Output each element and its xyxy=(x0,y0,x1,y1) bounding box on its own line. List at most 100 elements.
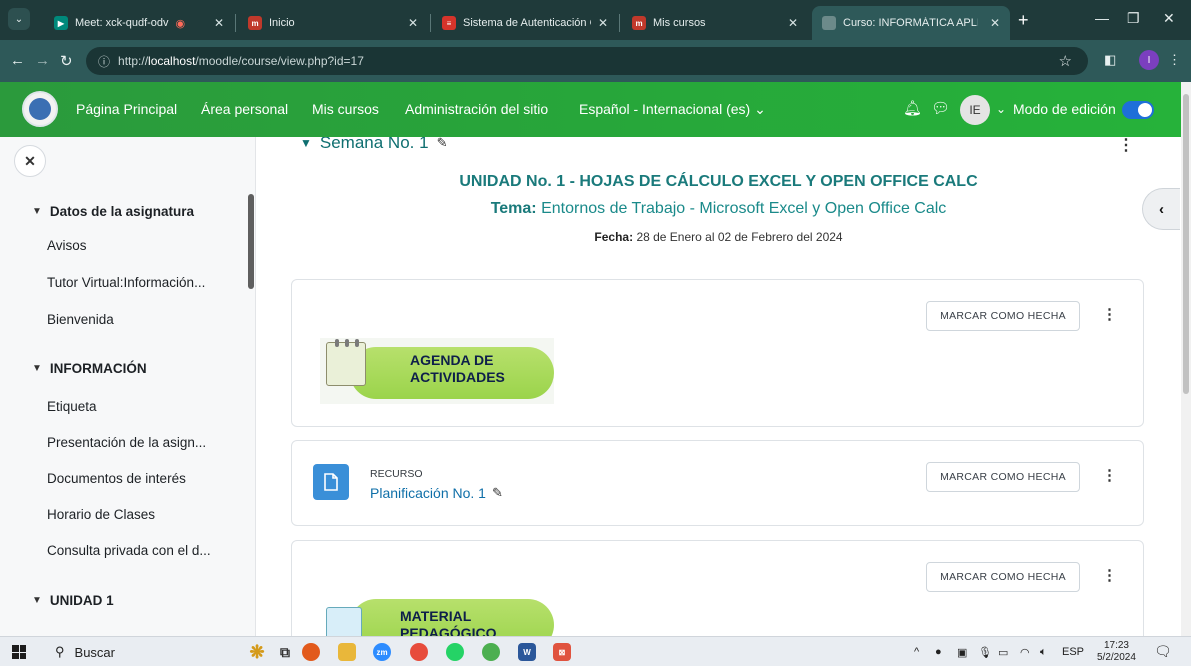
wifi-icon[interactable]: ◠ xyxy=(1020,646,1030,659)
task-view-icon[interactable]: ⧉ xyxy=(276,643,294,661)
close-icon[interactable]: ✕ xyxy=(990,16,1000,30)
notification-center-icon[interactable]: 🗨︎ xyxy=(1154,643,1172,660)
course-content: ▼ Semana No. 1 ✎ ⋮ UNIDAD No. 1 - HOJAS … xyxy=(256,137,1181,636)
close-drawer-button[interactable]: ✕ xyxy=(14,145,46,177)
close-icon[interactable]: ✕ xyxy=(408,16,418,30)
section-datos-asignatura[interactable]: ▼ Datos de la asignatura xyxy=(32,204,194,219)
site-info-icon[interactable]: ⓘ xyxy=(98,53,110,70)
tray-app-icon[interactable]: ● xyxy=(935,646,942,658)
back-icon[interactable]: ← xyxy=(10,52,25,69)
date-value: 28 de Enero al 02 de Febrero del 2024 xyxy=(636,230,843,244)
course-index-item[interactable]: Documentos de interés xyxy=(47,471,186,486)
mark-done-button[interactable]: MARCAR COMO HECHA xyxy=(926,562,1080,592)
activity-card-agenda: MARCAR COMO HECHA ⋮ AGENDA DE ACTIVIDADE… xyxy=(291,279,1144,427)
drawer-scrollbar-thumb[interactable] xyxy=(248,194,254,289)
forward-icon[interactable]: → xyxy=(35,52,50,69)
course-index-item[interactable]: Avisos xyxy=(47,238,87,253)
battery-icon[interactable]: ▭ xyxy=(998,646,1008,659)
restore-icon[interactable]: ❐ xyxy=(1127,10,1140,27)
language-menu[interactable]: Español - Internacional (es) ⌄ xyxy=(579,101,766,118)
close-icon[interactable]: ✕ xyxy=(788,16,798,30)
pencil-edit-icon[interactable]: ✎ xyxy=(492,485,503,501)
tab-search-button[interactable]: ⌄ xyxy=(8,8,30,30)
browser-tab-strip: ⌄ ▶ Meet: xck-qudf-odv ◉ ✕ m Inicio ✕ ≡ … xyxy=(0,0,1191,40)
activity-kebab-icon[interactable]: ⋮ xyxy=(1102,566,1117,584)
course-index-drawer: ✕ ▼ Datos de la asignatura Avisos Tutor … xyxy=(0,137,256,636)
close-icon[interactable]: ✕ xyxy=(214,16,224,30)
new-tab-button[interactable]: + xyxy=(1018,10,1029,31)
browser-menu-icon[interactable]: ⋮ xyxy=(1168,52,1181,68)
side-panel-icon[interactable]: ◧ xyxy=(1104,52,1116,68)
nav-administracion[interactable]: Administración del sitio xyxy=(405,101,548,117)
browser-tab-auth[interactable]: ≡ Sistema de Autenticación Cc ✕ xyxy=(432,6,618,40)
reload-icon[interactable]: ↻ xyxy=(60,52,73,70)
input-language[interactable]: ESP xyxy=(1062,646,1084,658)
section-title: UNIDAD 1 xyxy=(49,593,114,608)
section-unidad-1[interactable]: ▼ UNIDAD 1 xyxy=(32,593,114,608)
course-index-item[interactable]: Tutor Virtual:Información... xyxy=(47,275,205,290)
notifications-bell-icon[interactable]: 🔔︎ xyxy=(903,99,922,117)
file-explorer-icon[interactable] xyxy=(338,643,356,661)
microphone-icon[interactable]: 🎙︎ xyxy=(978,646,992,659)
calendar-ring xyxy=(355,339,359,347)
mark-done-button[interactable]: MARCAR COMO HECHA xyxy=(926,462,1080,492)
messages-icon[interactable]: 💬︎ xyxy=(931,99,950,117)
butterfly-widget-icon[interactable]: ❋ xyxy=(244,642,270,662)
browser-profile-avatar[interactable]: I xyxy=(1139,50,1159,70)
course-index-item[interactable]: Consulta privada con el d... xyxy=(47,543,211,558)
search-placeholder: Buscar xyxy=(74,644,115,660)
close-icon[interactable]: ✕ xyxy=(598,16,608,30)
user-menu-chevron-icon[interactable]: ⌄ xyxy=(996,102,1006,116)
zoom-icon[interactable]: zm xyxy=(373,643,391,661)
course-index-item[interactable]: Presentación de la asign... xyxy=(47,435,206,450)
section-informacion[interactable]: ▼ INFORMACIÓN xyxy=(32,361,147,376)
browser-tab-mis-cursos[interactable]: m Mis cursos ✕ xyxy=(622,6,808,40)
course-index-item[interactable]: Horario de Clases xyxy=(47,507,155,522)
taskbar-search[interactable]: ⚲ Buscar xyxy=(47,640,219,664)
material-banner-image: MATERIAL PEDAGÓGICO xyxy=(320,599,554,636)
tab-separator xyxy=(430,14,431,32)
url-input[interactable]: ⓘ http://localhost/moodle/course/view.ph… xyxy=(86,47,1088,75)
file-icon[interactable] xyxy=(313,464,349,500)
scrollbar-thumb[interactable] xyxy=(1183,94,1189,394)
tab-title: Curso: INFORMÁTICA APLIC xyxy=(843,17,978,29)
course-index-item[interactable]: Bienvenida xyxy=(47,312,114,327)
minimize-icon[interactable]: — xyxy=(1095,10,1109,26)
tray-expand-icon[interactable]: ^ xyxy=(914,646,919,658)
chevron-down-icon: ▼ xyxy=(300,137,312,150)
window-close-icon[interactable]: ✕ xyxy=(1163,10,1175,27)
chrome-icon[interactable] xyxy=(410,643,428,661)
browser-tab-curso[interactable]: Curso: INFORMÁTICA APLIC ✕ xyxy=(812,6,1010,40)
pencil-edit-icon[interactable]: ✎ xyxy=(437,137,448,151)
site-logo[interactable] xyxy=(22,91,58,127)
nav-mis-cursos[interactable]: Mis cursos xyxy=(312,101,379,117)
activity-kebab-icon[interactable]: ⋮ xyxy=(1102,305,1117,323)
taskbar-clock[interactable]: 17:23 5/2/2024 xyxy=(1097,640,1136,664)
resource-link[interactable]: Planificación No. 1 ✎ xyxy=(370,485,503,501)
tray-device-icon[interactable]: ▣ xyxy=(957,646,967,659)
edit-mode-toggle[interactable] xyxy=(1122,101,1154,119)
bookmark-star-icon[interactable]: ☆ xyxy=(1059,52,1072,70)
date-label: Fecha: xyxy=(594,230,634,244)
firefox-icon[interactable] xyxy=(302,643,320,661)
nav-pagina-principal[interactable]: Página Principal xyxy=(76,101,177,117)
page-scrollbar[interactable] xyxy=(1181,82,1191,636)
section-actions-kebab-icon[interactable]: ⋮ xyxy=(1118,137,1134,155)
xampp-icon[interactable]: ⊠ xyxy=(553,643,571,661)
browser-tab-meet[interactable]: ▶ Meet: xck-qudf-odv ◉ ✕ xyxy=(44,6,234,40)
nav-area-personal[interactable]: Área personal xyxy=(201,101,288,117)
moodle-navbar: Página Principal Área personal Mis curso… xyxy=(0,82,1181,137)
week-section-header[interactable]: ▼ Semana No. 1 ✎ xyxy=(300,137,447,153)
browser-tab-inicio[interactable]: m Inicio ✕ xyxy=(238,6,428,40)
chrome-profile-icon[interactable] xyxy=(482,643,500,661)
word-icon[interactable]: W xyxy=(518,643,536,661)
clock-date: 5/2/2024 xyxy=(1097,652,1136,663)
volume-icon[interactable]: 🔈︎ xyxy=(1040,646,1047,659)
user-avatar[interactable]: IE xyxy=(960,95,990,125)
course-index-item[interactable]: Etiqueta xyxy=(47,399,97,414)
open-block-drawer-button[interactable]: ‹ xyxy=(1142,188,1180,230)
windows-start-icon[interactable] xyxy=(12,645,26,659)
activity-kebab-icon[interactable]: ⋮ xyxy=(1102,466,1117,484)
whatsapp-icon[interactable] xyxy=(446,643,464,661)
mark-done-button[interactable]: MARCAR COMO HECHA xyxy=(926,301,1080,331)
